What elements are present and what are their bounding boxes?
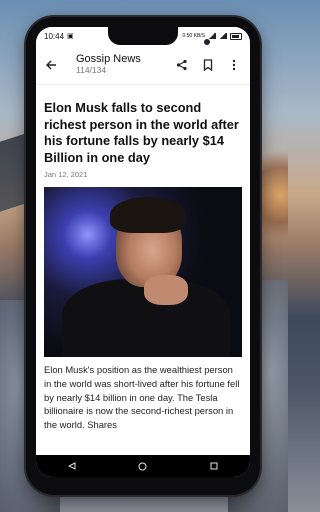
article-headline: Elon Musk falls to second richest person… [44, 100, 239, 165]
more-vert-icon[interactable] [226, 57, 242, 73]
arrow-back-icon[interactable] [40, 54, 62, 76]
article-body: Elon Musk's position as the wealthiest p… [44, 364, 240, 431]
app-bar: Gossip News 114/134 [36, 45, 250, 85]
status-time: 10:44 [44, 31, 65, 41]
home-circle-icon[interactable] [133, 456, 153, 476]
data-speed: 0.50 KB/S [182, 32, 205, 39]
signal-icon-2 [219, 33, 227, 39]
signal-icon [208, 33, 216, 39]
article-date: Jan 12, 2021 [44, 170, 88, 179]
phone-frame: 10:44 ▣ 0.50 KB/S Gossip News 114/134 El… [26, 17, 260, 495]
front-camera [204, 39, 210, 45]
bookmark-icon[interactable] [200, 57, 216, 73]
battery-icon [230, 32, 242, 40]
back-triangle-icon[interactable] [62, 456, 82, 476]
article-counter: 114/134 [76, 65, 107, 75]
camera-notch [108, 27, 178, 45]
app-title: Gossip News [76, 53, 141, 65]
recents-square-icon[interactable] [204, 456, 224, 476]
phone-screen: 10:44 ▣ 0.50 KB/S Gossip News 114/134 El… [36, 27, 250, 477]
system-nav-bar [36, 455, 250, 477]
article-photo [44, 187, 242, 357]
article-content[interactable]: Elon Musk falls to second richest person… [36, 86, 250, 453]
share-icon[interactable] [174, 57, 190, 73]
notification-icon: ▣ [67, 32, 74, 40]
